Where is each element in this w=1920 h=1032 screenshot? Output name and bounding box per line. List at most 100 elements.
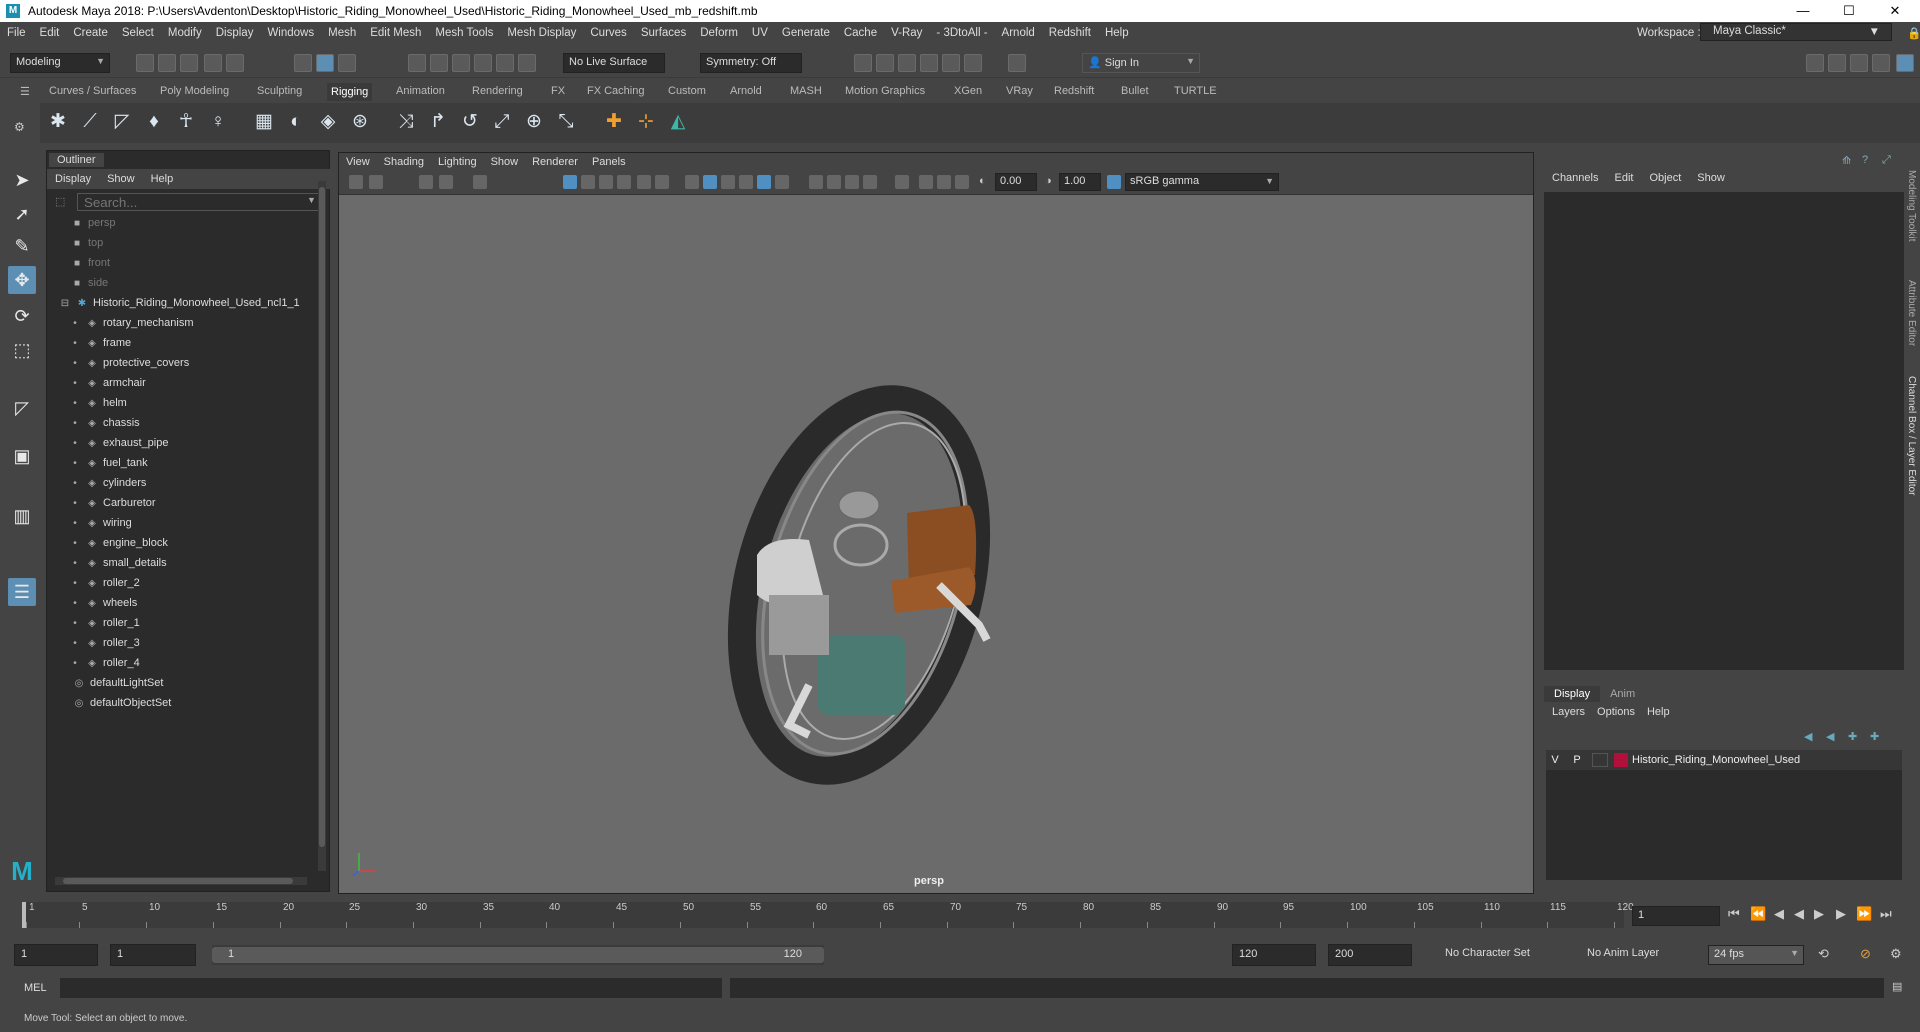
snap-curve-icon[interactable] — [430, 54, 448, 72]
single-view-icon[interactable]: ▣ — [8, 442, 36, 470]
safe-action-icon[interactable] — [655, 175, 669, 189]
layer-visibility-toggle[interactable]: V — [1546, 754, 1564, 766]
snap-grid-icon[interactable] — [408, 54, 426, 72]
vp-menu-shading[interactable]: Shading — [377, 156, 431, 168]
outliner-tab[interactable]: Outliner — [49, 153, 104, 167]
outliner-item-set[interactable]: ◎ defaultLightSet — [73, 673, 164, 693]
move-tool-icon[interactable]: ✥ — [8, 266, 36, 294]
menu-cache[interactable]: Cache — [837, 27, 884, 39]
tab-arnold[interactable]: Arnold — [730, 85, 762, 97]
textured-icon[interactable] — [757, 175, 771, 189]
menu-mesh-tools[interactable]: Mesh Tools — [428, 27, 500, 39]
tab-rendering[interactable]: Rendering — [472, 85, 523, 97]
expand-icon[interactable]: • — [69, 554, 81, 574]
expand-icon[interactable]: • — [69, 454, 81, 474]
cluster-icon[interactable]: ⊛ — [346, 108, 374, 136]
outliner-item-child[interactable]: • ◈ protective_covers — [69, 353, 189, 373]
tab-anim[interactable]: Anim — [1600, 686, 1645, 702]
outliner-item-child[interactable]: • ◈ roller_1 — [69, 613, 139, 633]
outliner-item-child[interactable]: • ◈ engine_block — [69, 533, 168, 553]
film-gate-icon[interactable] — [581, 175, 595, 189]
point-constraint-icon[interactable]: ⤨ — [392, 108, 420, 136]
new-layer-icon[interactable]: ✚ — [1848, 730, 1857, 743]
layer-display-type[interactable] — [1592, 753, 1608, 767]
menu-arnold[interactable]: Arnold — [995, 27, 1042, 39]
mash-icon[interactable]: ◭ — [664, 108, 692, 136]
expand-icon[interactable]: • — [69, 594, 81, 614]
snap-point-icon[interactable] — [452, 54, 470, 72]
expand-icon[interactable]: • — [69, 634, 81, 654]
go-to-start-icon[interactable]: ⏮ — [1728, 906, 1740, 922]
select-tool-icon[interactable]: ➤ — [8, 166, 36, 194]
layer-playback-toggle[interactable]: P — [1568, 754, 1586, 766]
outliner-item-child[interactable]: • ◈ frame — [69, 333, 131, 353]
expand-icon[interactable]: • — [69, 654, 81, 674]
outliner-item-front[interactable]: ■ front — [71, 253, 110, 273]
outliner-layout-icon[interactable]: ☰ — [8, 578, 36, 606]
redshift-render-icon[interactable] — [964, 54, 982, 72]
outliner-item-child[interactable]: • ◈ roller_4 — [69, 653, 139, 674]
render-settings-icon[interactable] — [898, 54, 916, 72]
tab-poly-modeling[interactable]: Poly Modeling — [160, 85, 229, 97]
pole-vector-icon[interactable]: ⤡ — [552, 108, 580, 136]
expand-icon[interactable]: • — [69, 354, 81, 374]
expand-icon[interactable]: • — [69, 374, 81, 394]
camera-attributes-icon[interactable] — [369, 175, 383, 189]
lock-icon[interactable]: 🔒 — [1900, 26, 1920, 40]
snap-vertex-icon[interactable] — [518, 54, 536, 72]
menu-vray[interactable]: V-Ray — [884, 27, 929, 39]
step-back-key-icon[interactable]: ⏪ — [1750, 906, 1766, 922]
close-button[interactable]: ✕ — [1872, 0, 1918, 22]
lights-icon[interactable] — [775, 175, 789, 189]
outliner-item-child[interactable]: • ◈ fuel_tank — [69, 453, 147, 474]
live-surface-field[interactable]: No Live Surface — [563, 53, 665, 73]
tab-turtle[interactable]: TURTLE — [1174, 85, 1217, 97]
shelf-settings-icon[interactable]: ⚙ — [14, 120, 25, 134]
step-forward-frame-icon[interactable]: ▶ — [1836, 906, 1846, 922]
cluster-handle-icon[interactable]: ⊹ — [632, 108, 660, 136]
ik-handle-icon[interactable]: ◸ — [108, 108, 136, 136]
anim-layer-dropdown[interactable]: No Anim Layer — [1582, 945, 1678, 965]
collapse-icon[interactable]: ⊟ — [59, 294, 71, 314]
orient-constraint-icon[interactable]: ↺ — [456, 108, 484, 136]
locator-icon[interactable]: ✚ — [600, 108, 628, 136]
attribute-editor-icon[interactable] — [1828, 54, 1846, 72]
ipr-render-icon[interactable] — [876, 54, 894, 72]
select-hierarchy-icon[interactable] — [294, 54, 312, 72]
range-handle[interactable]: 1 120 — [212, 947, 824, 963]
tab-fx[interactable]: FX — [551, 85, 565, 97]
menuset-dropdown[interactable]: Modeling ▼ — [10, 53, 110, 73]
outliner-item-child[interactable]: • ◈ exhaust_pipe — [69, 433, 168, 453]
sign-in-button[interactable]: 👤 Sign In ▼ — [1082, 53, 1200, 73]
character-set-dropdown[interactable]: No Character Set — [1440, 945, 1548, 965]
aim-constraint-icon[interactable]: ↱ — [424, 108, 452, 136]
menu-curves[interactable]: Curves — [583, 27, 633, 39]
new-scene-icon[interactable] — [136, 54, 154, 72]
move-layer-up-icon[interactable]: ◀ — [1804, 730, 1812, 743]
resolution-gate-icon[interactable] — [599, 175, 613, 189]
pin-icon[interactable]: ⟰ — [1842, 154, 1851, 167]
bind-skin-icon[interactable]: ▦ — [250, 108, 278, 136]
outliner-item-child[interactable]: • ◈ rotary_mechanism — [69, 313, 193, 333]
workspace-dropdown[interactable]: Maya Classic* ▼ — [1700, 23, 1892, 41]
expand-icon[interactable]: • — [69, 494, 81, 514]
scene-start-field[interactable]: 1 — [14, 944, 98, 966]
render-frame-icon[interactable] — [854, 54, 872, 72]
outliner-toggle-icon[interactable] — [1872, 54, 1890, 72]
go-to-end-icon[interactable]: ⏭ — [1880, 906, 1892, 922]
tab-sculpting[interactable]: Sculpting — [257, 85, 302, 97]
monowheel-model[interactable] — [339, 195, 1533, 893]
grid-icon[interactable] — [563, 175, 577, 189]
outliner-item-persp[interactable]: ■ persp — [71, 213, 116, 233]
menu-create[interactable]: Create — [66, 27, 115, 39]
outliner-item-side[interactable]: ■ side — [71, 273, 108, 293]
undo-icon[interactable] — [204, 54, 222, 72]
menu-generate[interactable]: Generate — [775, 27, 837, 39]
outliner-item-set[interactable]: ◎ defaultObjectSet — [73, 693, 172, 713]
expand-icon[interactable]: • — [69, 314, 81, 334]
outliner-item-child[interactable]: • ◈ roller_2 — [69, 573, 139, 593]
tab-redshift[interactable]: Redshift — [1054, 85, 1094, 97]
snap-view-icon[interactable] — [474, 54, 492, 72]
minimize-button[interactable]: — — [1780, 0, 1826, 22]
modeling-toolkit-icon[interactable] — [1806, 54, 1824, 72]
